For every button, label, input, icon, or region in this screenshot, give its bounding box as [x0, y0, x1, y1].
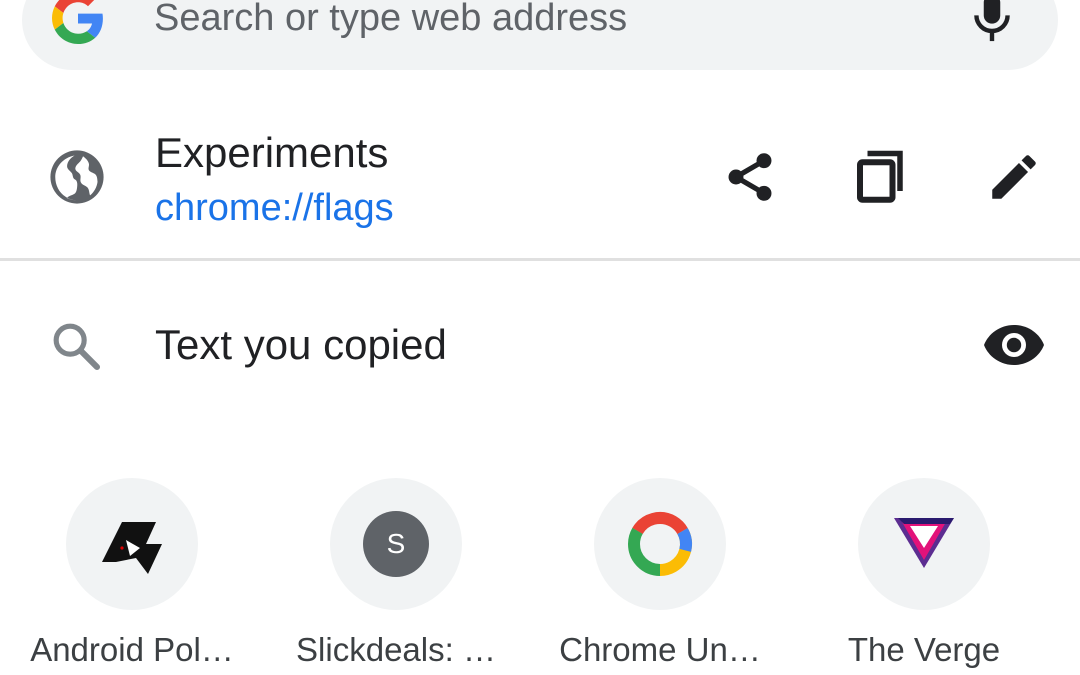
shortcut-label: Chrome Un…	[559, 631, 761, 668]
page-title: Experiments	[155, 129, 389, 176]
shortcut-tile[interactable]: Android Pol…	[0, 478, 264, 668]
shortcut-tile[interactable]: Chrome Un…	[528, 478, 792, 668]
mic-icon[interactable]	[970, 0, 1014, 46]
search-icon	[53, 323, 101, 371]
android-police-icon	[102, 522, 162, 574]
verge-icon	[894, 518, 954, 568]
shortcut-icon-circle[interactable]	[594, 478, 726, 610]
edit-icon[interactable]	[985, 148, 1043, 206]
eye-icon[interactable]	[982, 322, 1046, 368]
chrome-ring-icon	[628, 512, 692, 576]
share-icon[interactable]	[722, 148, 778, 206]
shortcut-label: Android Pol…	[30, 631, 234, 668]
shortcut-tile[interactable]: The Verge	[792, 478, 1056, 668]
page-url: chrome://flags	[155, 187, 394, 229]
globe-icon	[50, 150, 104, 204]
shortcut-icon-circle[interactable]	[66, 478, 198, 610]
shortcut-label: The Verge	[847, 631, 1001, 668]
shortcut-icon-circle[interactable]	[858, 478, 990, 610]
omnibox-placeholder[interactable]: Search or type web address	[154, 0, 627, 40]
copy-icon[interactable]	[850, 144, 910, 208]
divider	[0, 258, 1080, 261]
google-g-icon	[52, 0, 103, 44]
shortcut-tile[interactable]: S Slickdeals: …	[264, 478, 528, 668]
shortcut-label: Slickdeals: …	[296, 631, 496, 668]
shortcut-icon-circle[interactable]: S	[330, 478, 462, 610]
letter-s-icon: S	[363, 511, 429, 577]
clipboard-suggestion-text[interactable]: Text you copied	[155, 320, 447, 370]
